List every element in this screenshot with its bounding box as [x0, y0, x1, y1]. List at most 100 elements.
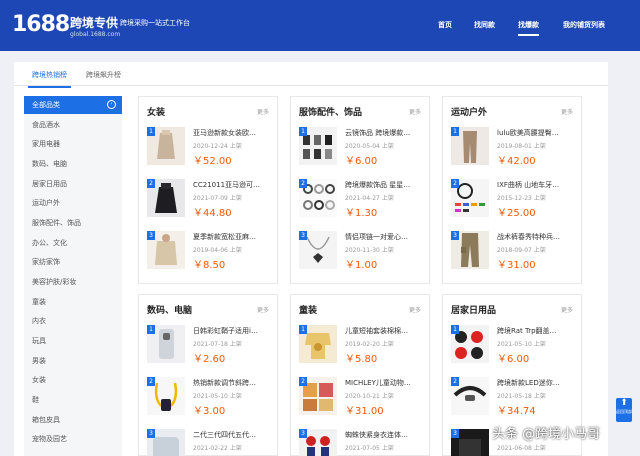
product-name[interactable]: 亚马逊新款女装欧…: [193, 128, 271, 138]
product-image[interactable]: 1: [451, 127, 489, 165]
product-item[interactable]: 2 跨境爆款饰品 星星… 2021-04-27 上架 ￥1.30: [299, 179, 423, 221]
logo-1688[interactable]: 1688: [12, 12, 70, 37]
more-link[interactable]: 更多: [561, 305, 573, 314]
product-date: 2021-05-10 上架: [193, 393, 242, 400]
category-card-kids: 童装 更多 1 儿童短袖套装棉棉… 2019-02-20 上架 ￥5.80 2 …: [290, 294, 430, 456]
product-image[interactable]: 1: [299, 127, 337, 165]
more-link[interactable]: 更多: [257, 107, 269, 116]
product-item[interactable]: 1 跨境Rat Trp翻盖… 2021-05-10 上架 ￥6.00: [451, 325, 575, 367]
product-image[interactable]: 1: [299, 325, 337, 363]
nav-home[interactable]: 首页: [438, 20, 452, 30]
product-item[interactable]: 1 儿童短袖套装棉棉… 2019-02-20 上架 ￥5.80: [299, 325, 423, 367]
product-name[interactable]: 云镜饰品 跨境爆款…: [345, 128, 423, 138]
sidebar-item[interactable]: 箱包皮具: [24, 411, 122, 429]
back-to-top-button[interactable]: ⬆ 返回顶部: [616, 398, 632, 422]
sidebar-item[interactable]: 玩具: [24, 332, 122, 350]
product-image[interactable]: 3: [299, 231, 337, 269]
tab-bar: 跨境热销榜 跨境飙升榜: [14, 62, 608, 88]
sidebar-item[interactable]: 运动户外: [24, 194, 122, 212]
nav-my-list[interactable]: 我的铺货列表: [563, 20, 605, 30]
product-name[interactable]: 儿童短袖套装棉棉…: [345, 326, 423, 336]
product-date: 2021-07-09 上架: [193, 195, 242, 202]
product-image[interactable]: 2: [147, 179, 185, 217]
nav-find-hot[interactable]: 找爆款: [518, 20, 539, 36]
sidebar-item[interactable]: 美容护肤/彩妆: [24, 273, 122, 291]
sidebar-item[interactable]: 服饰配件、饰品: [24, 214, 122, 232]
product-image[interactable]: 3: [147, 429, 185, 456]
tab-hot-sales[interactable]: 跨境热销榜: [28, 70, 71, 88]
sidebar-item[interactable]: 宠物及园艺: [24, 430, 122, 448]
sidebar-item[interactable]: 办公、文化: [24, 234, 122, 252]
product-name[interactable]: 跨境爆款饰品 星星…: [345, 180, 423, 190]
sidebar-item[interactable]: 内衣: [24, 312, 122, 330]
product-name[interactable]: 夏季新款宽松亚麻…: [193, 232, 271, 242]
product-item[interactable]: 3 战术裤春秀特种兵… 2018-09-07 上架 ￥31.00: [451, 231, 575, 273]
more-link[interactable]: 更多: [409, 305, 421, 314]
product-name[interactable]: 情侣项链一对爱心…: [345, 232, 423, 242]
product-item[interactable]: 3 夏季新款宽松亚麻… 2019-04-06 上架 ￥8.50: [147, 231, 271, 273]
product-item[interactable]: 3 二代三代四代五代… 2021-02-22 上架: [147, 429, 271, 456]
sidebar-item[interactable]: 女装: [24, 371, 122, 389]
more-link[interactable]: 更多: [257, 305, 269, 314]
product-item[interactable]: 3 蜘蛛侠紧身衣连体… 2021-07-05 上架: [299, 429, 423, 456]
product-image[interactable]: 3: [147, 231, 185, 269]
sidebar-item-all[interactable]: 全部品类 ›: [24, 96, 122, 114]
product-item[interactable]: 2 热销新款调节斜跨… 2021-05-10 上架 ￥3.00: [147, 377, 271, 419]
product-price: ￥8.50: [193, 260, 226, 271]
product-item[interactable]: 3 情侣项链一对爱心… 2020-11-30 上架 ￥1.00: [299, 231, 423, 273]
product-name[interactable]: IXF曲柄 山地车牙…: [497, 180, 575, 190]
sidebar-item[interactable]: 家用电器: [24, 135, 122, 153]
product-image[interactable]: 3: [451, 429, 489, 456]
product-item[interactable]: 2 IXF曲柄 山地车牙… 2015-12-23 上架 ￥25.00: [451, 179, 575, 221]
tab-rising[interactable]: 跨境飙升榜: [86, 70, 121, 80]
product-image[interactable]: 3: [451, 231, 489, 269]
product-item[interactable]: 1 lulu欧美高腰提臀… 2019-08-01 上架 ￥42.00: [451, 127, 575, 169]
product-image[interactable]: 2: [299, 179, 337, 217]
product-date: 2019-02-20 上架: [345, 341, 394, 348]
sidebar-item[interactable]: 鞋: [24, 391, 122, 409]
product-name[interactable]: 二代三代四代五代…: [193, 430, 271, 440]
product-name[interactable]: 跨境Rat Trp翻盖…: [497, 326, 575, 336]
rank-badge: 3: [147, 231, 155, 240]
product-name[interactable]: 跨境新款LED迷你…: [497, 378, 575, 388]
sidebar-item[interactable]: 家纺家饰: [24, 253, 122, 271]
product-image[interactable]: 3: [299, 429, 337, 456]
product-name[interactable]: 热销新款调节斜跨…: [193, 378, 271, 388]
logo-brand[interactable]: 跨境专供: [70, 14, 118, 31]
nav-find-same[interactable]: 找同款: [474, 20, 495, 30]
product-image[interactable]: 2: [299, 377, 337, 415]
product-date: 2020-11-30 上架: [345, 247, 394, 254]
product-price: ￥1.30: [345, 208, 378, 219]
product-date: 2021-02-22 上架: [193, 445, 242, 452]
sidebar-item[interactable]: 数码、电脑: [24, 155, 122, 173]
product-image[interactable]: 2: [147, 377, 185, 415]
product-image[interactable]: 2: [451, 377, 489, 415]
product-date: 2020-10-21 上架: [345, 393, 394, 400]
product-image[interactable]: 1: [147, 127, 185, 165]
product-item[interactable]: 2 MICHLEY儿童动物… 2020-10-21 上架 ￥31.00: [299, 377, 423, 419]
more-link[interactable]: 更多: [561, 107, 573, 116]
product-name[interactable]: lulu欧美高腰提臀…: [497, 128, 575, 138]
product-date: 2021-05-10 上架: [497, 341, 546, 348]
product-name[interactable]: 蜘蛛侠紧身衣连体…: [345, 430, 423, 440]
product-item[interactable]: 1 日韩彩虹鞘子适用i… 2021-07-18 上架 ￥2.60: [147, 325, 271, 367]
product-image[interactable]: 2: [451, 179, 489, 217]
sidebar-item[interactable]: 童装: [24, 293, 122, 311]
more-link[interactable]: 更多: [409, 107, 421, 116]
card-title: 居家日用品: [451, 306, 497, 316]
sidebar-item[interactable]: 居家日用品: [24, 175, 122, 193]
product-item[interactable]: 1 云镜饰品 跨境爆款… 2020-05-04 上架 ￥6.00: [299, 127, 423, 169]
product-name[interactable]: MICHLEY儿童动物…: [345, 378, 423, 388]
product-date: 2018-09-07 上架: [497, 247, 546, 254]
product-item[interactable]: 2 跨境新款LED迷你… 2021-05-18 上架 ￥34.74: [451, 377, 575, 419]
product-name[interactable]: 战术裤春秀特种兵…: [497, 232, 575, 242]
product-item[interactable]: 2 CC21011亚马逊可… 2021-07-09 上架 ￥44.80: [147, 179, 271, 221]
product-name[interactable]: 日韩彩虹鞘子适用i…: [193, 326, 271, 336]
product-name[interactable]: CC21011亚马逊可…: [193, 180, 271, 190]
product-image[interactable]: 1: [451, 325, 489, 363]
product-image[interactable]: 1: [147, 325, 185, 363]
category-card-digital: 数码、电脑 更多 1 日韩彩虹鞘子适用i… 2021-07-18 上架 ￥2.6…: [138, 294, 278, 456]
product-item[interactable]: 1 亚马逊新款女装欧… 2020-12-24 上架 ￥52.00: [147, 127, 271, 169]
sidebar-item[interactable]: 食品酒水: [24, 116, 122, 134]
sidebar-item[interactable]: 男装: [24, 352, 122, 370]
